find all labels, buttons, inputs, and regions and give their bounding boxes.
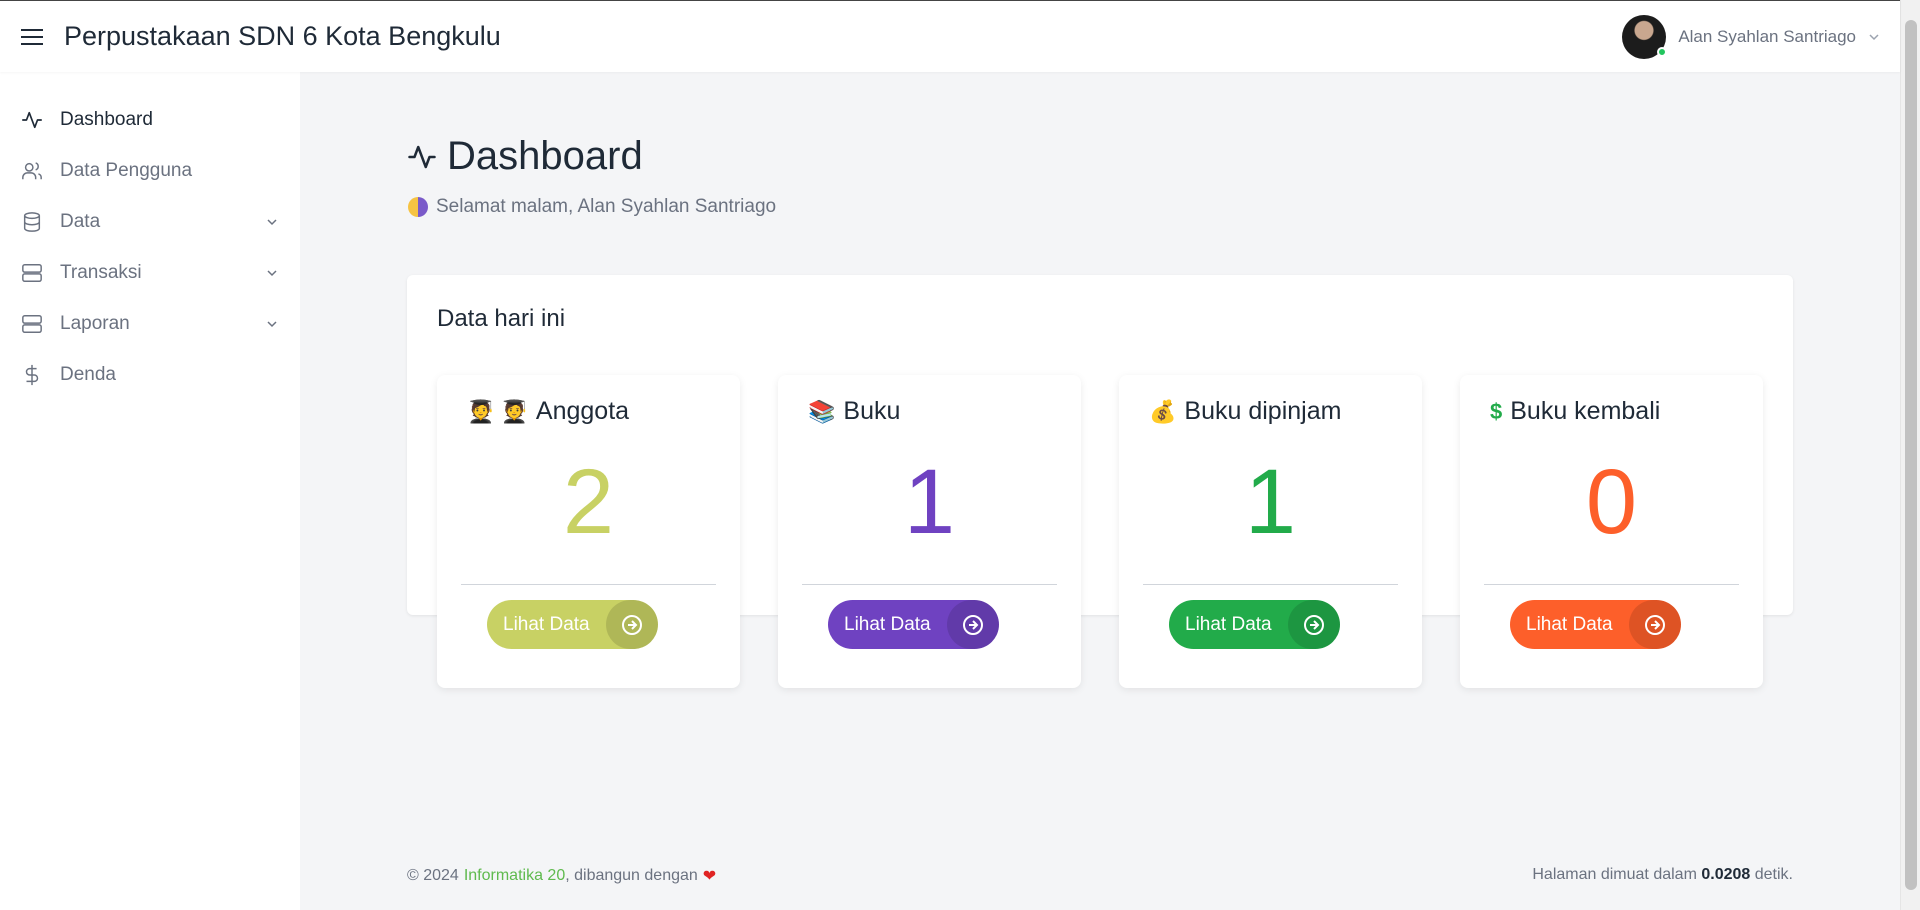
database-icon: [20, 210, 44, 234]
top-navbar: Perpustakaan SDN 6 Kota Bengkulu Alan Sy…: [0, 0, 1900, 72]
chevron-down-icon: [267, 218, 277, 225]
activity-icon: [20, 108, 44, 132]
sidebar-item-label: Data Pengguna: [60, 159, 193, 181]
lihat-data-button[interactable]: Lihat Data: [1510, 600, 1681, 649]
sidebar-item-label: Transaksi: [60, 261, 142, 283]
load-time-value: 0.0208: [1701, 866, 1751, 883]
server-icon: [20, 312, 44, 336]
lihat-data-button[interactable]: Lihat Data: [1169, 600, 1340, 649]
button-label: Lihat Data: [1185, 613, 1272, 635]
divider: [802, 584, 1057, 585]
app-title: Perpustakaan SDN 6 Kota Bengkulu: [64, 21, 501, 51]
lihat-data-button[interactable]: Lihat Data: [828, 600, 999, 649]
dollar-sign-icon: $: [1490, 398, 1503, 424]
stat-card-buku: 📚 Buku 1 Lihat Data: [778, 375, 1081, 688]
online-status-dot: [1657, 47, 1668, 57]
sidebar-item-denda[interactable]: Denda: [0, 349, 300, 400]
stat-card-title: Buku kembali: [1510, 397, 1661, 425]
footer-load-time: Halaman dimuat dalam 0.0208 detik.: [1532, 866, 1793, 884]
server-icon: [20, 261, 44, 285]
stat-card-header: 🧑‍🎓 🧑‍🎓 Anggota: [467, 397, 629, 426]
chevron-down-icon: [267, 269, 277, 276]
arrow-right-circle-icon: [606, 600, 658, 649]
arrow-right-circle-icon: [947, 600, 999, 649]
sidebar-item-data-pengguna[interactable]: Data Pengguna: [0, 145, 300, 196]
scrollbar-thumb[interactable]: [1905, 20, 1917, 890]
sidebar-item-laporan[interactable]: Laporan: [0, 298, 300, 349]
sidebar: Dashboard Data Pengguna Data Transaksi L…: [0, 72, 300, 910]
stat-card-buku-dipinjam: 💰 Buku dipinjam 1 Lihat Data: [1119, 375, 1422, 688]
stat-card-title: Buku: [843, 397, 901, 425]
footer-link[interactable]: Informatika 20: [464, 867, 565, 885]
stat-card-header: $ Buku kembali: [1490, 397, 1660, 426]
dollar-icon: [20, 363, 44, 387]
avatar: [1622, 15, 1668, 59]
sidebar-item-label: Laporan: [60, 312, 130, 334]
copyright-text: © 2024: [407, 867, 459, 884]
load-prefix: Halaman dimuat dalam: [1532, 866, 1697, 883]
vertical-scrollbar[interactable]: [1900, 0, 1920, 910]
sidebar-item-data[interactable]: Data: [0, 196, 300, 247]
sidebar-item-label: Denda: [60, 363, 116, 385]
divider: [1484, 584, 1739, 585]
button-label: Lihat Data: [844, 613, 931, 635]
sidebar-item-transaksi[interactable]: Transaksi: [0, 247, 300, 298]
sidebar-item-label: Dashboard: [60, 108, 153, 130]
arrow-right-circle-icon: [1288, 600, 1340, 649]
stat-card-anggota: 🧑‍🎓 🧑‍🎓 Anggota 2 Lihat Data: [437, 375, 740, 688]
heart-icon: ❤: [702, 868, 717, 885]
page-title: Dashboard: [407, 134, 643, 179]
stat-card-title: Buku dipinjam: [1184, 397, 1342, 425]
arrow-right-circle-icon: [1629, 600, 1681, 649]
moon-icon: [408, 197, 428, 217]
hamburger-menu-icon[interactable]: [0, 1, 64, 73]
greeting: Selamat malam, Alan Syahlan Santriago: [408, 196, 776, 218]
stat-card-header: 📚 Buku: [808, 397, 900, 426]
stat-value: 0: [1585, 451, 1638, 553]
stat-value: 1: [1244, 451, 1297, 553]
user-name: Alan Syahlan Santriago: [1678, 27, 1856, 46]
stat-card-header: 💰 Buku dipinjam: [1149, 397, 1341, 426]
chevron-down-icon: [1869, 34, 1879, 41]
main-content: Dashboard Selamat malam, Alan Syahlan Sa…: [300, 72, 1900, 910]
greeting-text: Selamat malam, Alan Syahlan Santriago: [436, 196, 777, 217]
money-bag-icon: 💰: [1149, 398, 1177, 424]
page-heading: Dashboard: [447, 134, 643, 178]
stat-card-title: Anggota: [535, 397, 630, 425]
stat-card-buku-kembali: $ Buku kembali 0 Lihat Data: [1460, 375, 1763, 688]
stats-panel: Data hari ini 🧑‍🎓 🧑‍🎓 Anggota 2 Lihat Da…: [407, 275, 1793, 688]
users-icon: [20, 159, 44, 183]
divider: [461, 584, 716, 585]
stat-value: 2: [562, 451, 615, 553]
built-with-text: , dibangun dengan: [565, 867, 698, 884]
panel-title: Data hari ini: [437, 305, 566, 332]
button-label: Lihat Data: [1526, 613, 1613, 635]
footer-credits: © 2024 Informatika 20, dibangun dengan ❤: [407, 866, 716, 886]
load-suffix: detik.: [1754, 866, 1793, 883]
stat-value: 1: [903, 451, 956, 553]
button-label: Lihat Data: [503, 613, 590, 635]
sidebar-item-dashboard[interactable]: Dashboard: [0, 94, 300, 145]
chevron-down-icon: [267, 320, 277, 327]
sidebar-item-label: Data: [60, 210, 101, 232]
divider: [1143, 584, 1398, 585]
lihat-data-button[interactable]: Lihat Data: [487, 600, 658, 649]
student-icon: 🧑‍🎓 🧑‍🎓: [467, 398, 528, 424]
activity-icon: [408, 145, 436, 168]
user-menu[interactable]: Alan Syahlan Santriago: [1622, 1, 1880, 73]
books-icon: 📚: [808, 398, 836, 424]
